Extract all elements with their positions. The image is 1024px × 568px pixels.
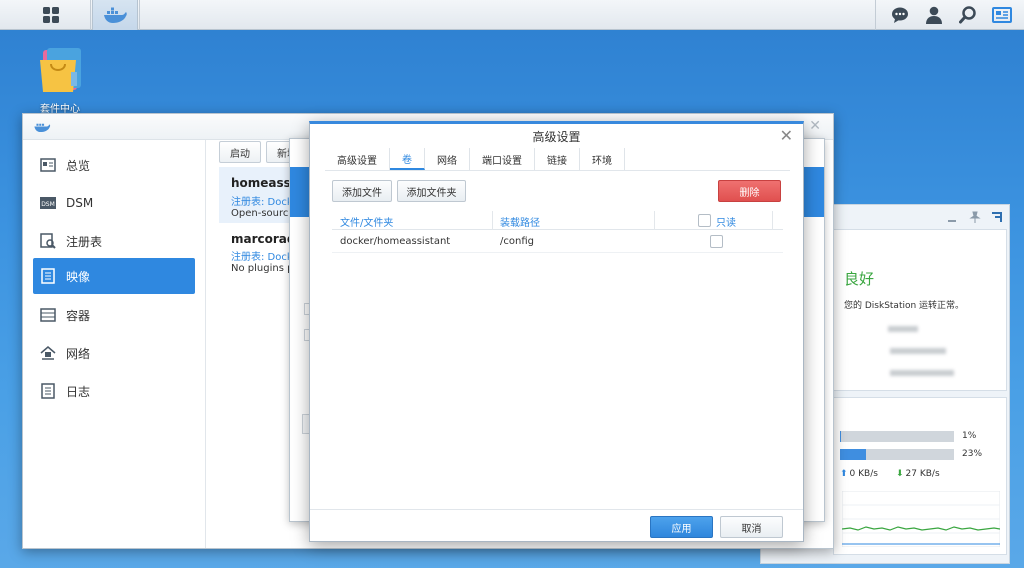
download-rate: ⬇ 27 KB/s: [896, 469, 940, 479]
advanced-settings-dialog: 高级设置 ✕ 高级设置 卷 网络 端口设置 链接 环境 添加文件 添加文件夹 删…: [309, 121, 804, 542]
blurred-uptime: [890, 370, 954, 376]
table-header: 文件/文件夹 装载路径 只读: [332, 211, 783, 230]
tab-volume[interactable]: 卷: [390, 148, 425, 170]
tab-port-settings[interactable]: 端口设置: [470, 148, 535, 170]
widgets-button[interactable]: [988, 0, 1016, 30]
cpu-percent: 1%: [962, 431, 977, 441]
cell-mount-path: /config: [500, 236, 534, 247]
package-center-icon: [40, 48, 81, 92]
image-registry: 注册表: Dock: [231, 197, 293, 208]
main-menu-button[interactable]: [28, 0, 74, 30]
sidebar-item-overview[interactable]: 总览: [33, 147, 195, 183]
widgets-icon: [992, 7, 1012, 23]
delete-button[interactable]: 删除: [718, 180, 781, 202]
network-icon: [39, 344, 57, 362]
docker-close-icon[interactable]: ✕: [809, 118, 821, 134]
tab-bar: 高级设置 卷 网络 端口设置 链接 环境: [325, 148, 625, 170]
tab-network[interactable]: 网络: [425, 148, 470, 170]
cell-file: docker/homeassistant: [340, 236, 451, 247]
table-row[interactable]: docker/homeassistant /config: [332, 231, 783, 253]
sidebar-item-dsm[interactable]: DSM DSM: [33, 185, 195, 221]
user-icon: [926, 6, 942, 24]
image-icon: [39, 267, 57, 285]
image-registry: 注册表: Dock: [231, 252, 293, 263]
svg-text:DSM: DSM: [41, 201, 55, 208]
cpu-bar-fill: [840, 431, 842, 442]
sidebar-item-log[interactable]: 日志: [33, 373, 195, 409]
sidebar-item-registry[interactable]: 注册表: [33, 223, 195, 259]
ram-bar-fill: [840, 449, 867, 460]
readonly-checkbox[interactable]: [710, 235, 723, 248]
docker-taskbar-button[interactable]: [92, 0, 138, 30]
docker-whale-icon: [104, 7, 127, 23]
sidebar-item-image[interactable]: 映像: [33, 258, 195, 294]
apply-button[interactable]: 应用: [650, 516, 713, 538]
tab-environment[interactable]: 环境: [580, 148, 625, 170]
network-graph: [842, 491, 1000, 547]
widget-minimize-icon[interactable]: [947, 213, 957, 226]
upload-arrow-icon: ⬆: [840, 469, 848, 479]
taskbar: [0, 0, 1024, 30]
image-title: marcorad: [231, 232, 296, 246]
health-status: 良好: [844, 270, 875, 288]
registry-icon: [39, 232, 57, 250]
overview-icon: [39, 156, 57, 174]
blurred-hostname: [888, 326, 918, 332]
cancel-button[interactable]: 取消: [720, 516, 783, 538]
grid-icon: [43, 7, 59, 23]
upload-rate: ⬆ 0 KB/s: [840, 469, 878, 479]
add-folder-button[interactable]: 添加文件夹: [397, 180, 466, 202]
image-description: No plugins p: [231, 263, 294, 274]
tab-advanced[interactable]: 高级设置: [325, 148, 390, 170]
readonly-all-checkbox[interactable]: [698, 214, 711, 227]
dialog-title: 高级设置: [532, 130, 581, 144]
ram-bar: [840, 449, 954, 460]
pin-icon[interactable]: [969, 211, 981, 226]
dsm-icon: DSM: [39, 194, 57, 212]
close-icon[interactable]: ✕: [780, 126, 793, 145]
launch-button[interactable]: 启动: [219, 141, 261, 163]
column-file: 文件/文件夹: [340, 218, 394, 229]
search-button[interactable]: [954, 0, 982, 30]
health-widget: 良好 您的 DiskStation 运转正常。: [833, 229, 1007, 391]
download-arrow-icon: ⬇: [896, 469, 904, 479]
sidebar-item-container[interactable]: 容器: [33, 297, 195, 333]
container-icon: [39, 306, 57, 324]
column-mount-path: 装载路径: [500, 218, 540, 229]
docker-whale-icon: [34, 123, 51, 133]
tab-links[interactable]: 链接: [535, 148, 580, 170]
user-button[interactable]: [920, 0, 948, 30]
ram-percent: 23%: [962, 449, 983, 459]
health-description: 您的 DiskStation 运转正常。: [844, 301, 965, 311]
cpu-bar: [840, 431, 954, 442]
add-file-button[interactable]: 添加文件: [332, 180, 392, 202]
sidebar-item-network[interactable]: 网络: [33, 335, 195, 371]
column-readonly: 只读: [716, 218, 736, 229]
package-center-shortcut[interactable]: 套件中心: [30, 46, 90, 115]
chat-icon: [892, 7, 908, 23]
log-icon: [39, 382, 57, 400]
widget-menu-icon[interactable]: [991, 211, 1003, 226]
resource-widget: 1% 23% ⬆ 0 KB/s ⬇ 27 KB/s: [833, 397, 1007, 555]
chat-button[interactable]: [886, 0, 914, 30]
image-description: Open-source: [231, 208, 295, 219]
blurred-ip: [890, 348, 946, 354]
search-icon: [959, 6, 976, 24]
docker-sidebar: 总览 DSM DSM 注册表 映像 容器 网络 日志: [23, 140, 206, 548]
